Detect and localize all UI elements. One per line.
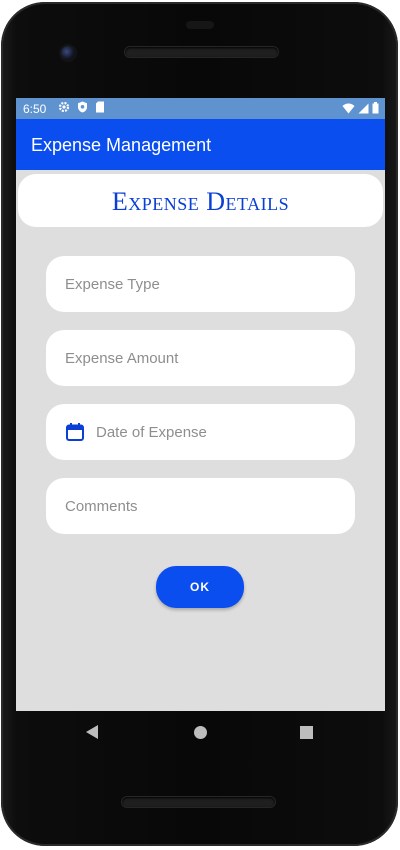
sd-card-icon [95, 101, 105, 116]
battery-icon [372, 102, 379, 117]
date-of-expense-field[interactable]: Date of Expense [46, 404, 355, 460]
expense-type-field[interactable]: Expense Type [46, 256, 355, 312]
expense-type-placeholder: Expense Type [65, 275, 160, 293]
recents-icon[interactable] [300, 726, 313, 739]
gear-icon [58, 101, 70, 116]
date-of-expense-placeholder: Date of Expense [96, 423, 207, 441]
home-icon[interactable] [194, 726, 207, 739]
app-title: Expense Management [31, 135, 212, 155]
phone-frame: 6:50 Expense Management Expense Details … [0, 0, 400, 850]
front-camera [61, 46, 75, 60]
header-card: Expense Details [18, 174, 383, 227]
calendar-icon[interactable] [65, 422, 85, 442]
status-left-icons [58, 101, 105, 116]
back-icon[interactable] [86, 725, 98, 739]
ok-button[interactable]: OK [156, 566, 244, 608]
bottom-speaker [122, 797, 275, 807]
expense-amount-placeholder: Expense Amount [65, 349, 179, 367]
shield-icon [77, 101, 88, 116]
app-bar: Expense Management [16, 119, 385, 170]
comments-placeholder: Comments [65, 497, 138, 515]
comments-field[interactable]: Comments [46, 478, 355, 534]
screen: 6:50 Expense Management Expense Details … [16, 98, 385, 711]
page-title: Expense Details [111, 186, 290, 216]
phone-top-slot [186, 21, 214, 29]
status-bar: 6:50 [16, 98, 385, 119]
status-right-icons [342, 102, 379, 117]
status-time: 6:50 [23, 102, 47, 116]
expense-amount-field[interactable]: Expense Amount [46, 330, 355, 386]
signal-icon [358, 103, 369, 117]
earpiece-speaker [125, 47, 278, 57]
wifi-icon [342, 103, 355, 117]
